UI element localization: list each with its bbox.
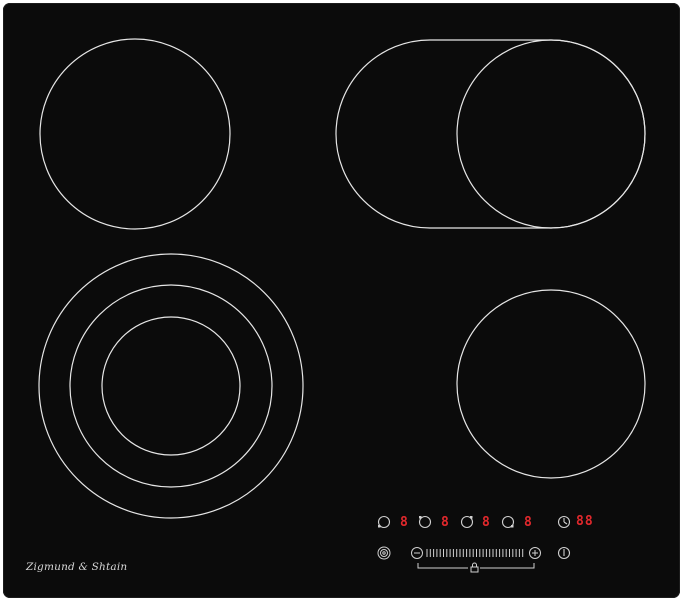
- zone-selector-icon[interactable]: [377, 515, 391, 529]
- zone-bottom-right: [456, 289, 646, 479]
- cooking-zones: [38, 38, 646, 573]
- zone-bottom-left-middle: [69, 284, 273, 488]
- zone-selector-icon[interactable]: [501, 515, 515, 529]
- lock-icon[interactable]: [470, 562, 479, 573]
- zone-bottom-left-inner: [101, 316, 241, 456]
- zone-bottom-left-outer: [38, 253, 304, 519]
- brand-logo: Zigmund & Shtain: [26, 561, 128, 573]
- dual-zone-icon[interactable]: [377, 546, 391, 560]
- timer-display: 88: [576, 514, 594, 529]
- zone-display: 8: [400, 515, 408, 530]
- zone-selector-icon[interactable]: [460, 515, 474, 529]
- zone-display: 8: [441, 515, 449, 530]
- zone-display: 8: [482, 515, 490, 530]
- power-icon[interactable]: [557, 546, 571, 560]
- zone-selector-icon[interactable]: [418, 515, 432, 529]
- zone-top-right-extended: [335, 39, 646, 229]
- zone-top-left: [39, 38, 231, 230]
- zone-top-right-inner: [456, 39, 646, 229]
- timer-icon[interactable]: [557, 515, 571, 529]
- zone-display: 8: [524, 515, 532, 530]
